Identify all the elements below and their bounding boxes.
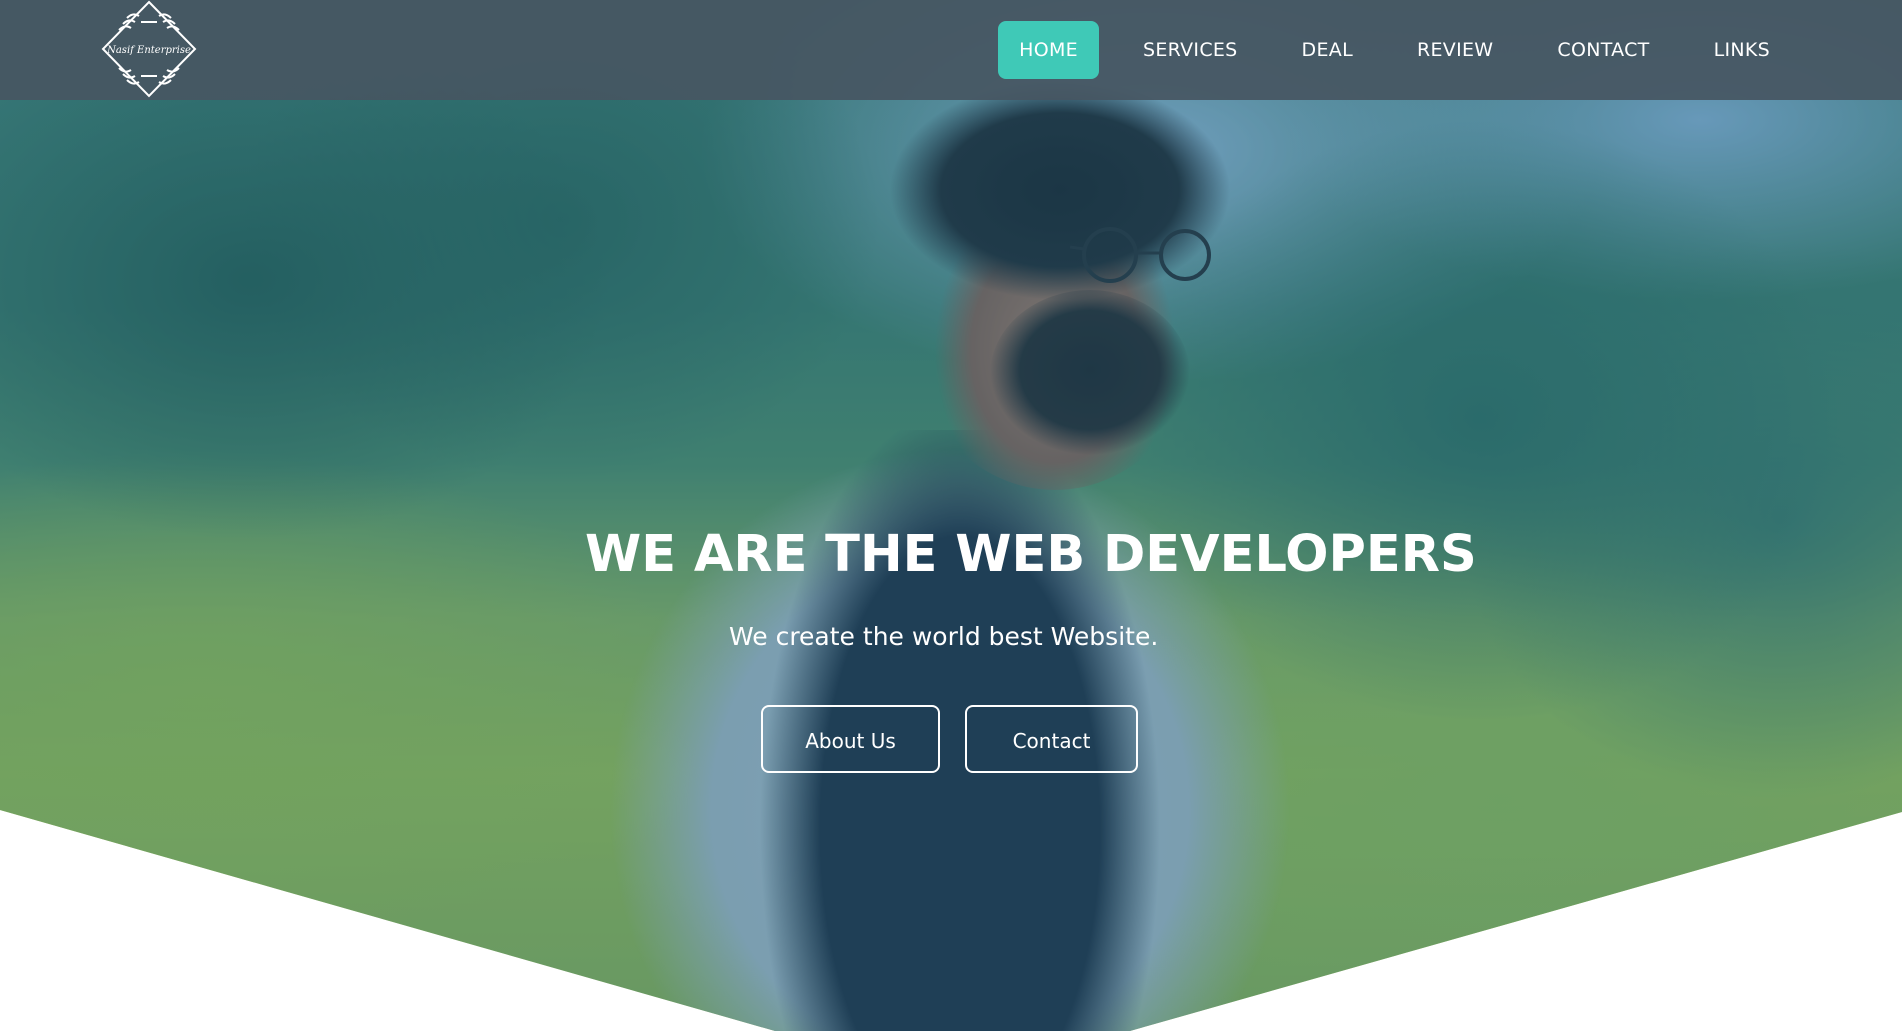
- nav-menu: HOME SERVICES DEAL REVIEW CONTACT LINKS: [982, 21, 1790, 79]
- nav-item-contact[interactable]: CONTACT: [1537, 21, 1669, 79]
- contact-button[interactable]: Contact: [965, 705, 1138, 773]
- nav-item-deal[interactable]: DEAL: [1282, 21, 1373, 79]
- hero-color-overlay: [0, 0, 1902, 1031]
- hero-subtitle: We create the world best Website.: [729, 622, 1159, 651]
- hero-section: [0, 0, 1902, 1031]
- nav-item-review[interactable]: REVIEW: [1397, 21, 1513, 79]
- landing-page: Nasif Enterprise HOME SERVICES DEAL REVI…: [0, 0, 1902, 1031]
- logo-icon[interactable]: Nasif Enterprise: [101, 0, 197, 98]
- logo-text: Nasif Enterprise: [106, 45, 191, 56]
- nav-item-services[interactable]: SERVICES: [1123, 21, 1258, 79]
- nav-item-links[interactable]: LINKS: [1694, 21, 1790, 79]
- about-us-button[interactable]: About Us: [761, 705, 940, 773]
- top-navbar: Nasif Enterprise HOME SERVICES DEAL REVI…: [0, 0, 1902, 100]
- hero-title: WE ARE THE WEB DEVELOPERS: [585, 525, 1477, 584]
- nav-item-home[interactable]: HOME: [998, 21, 1099, 79]
